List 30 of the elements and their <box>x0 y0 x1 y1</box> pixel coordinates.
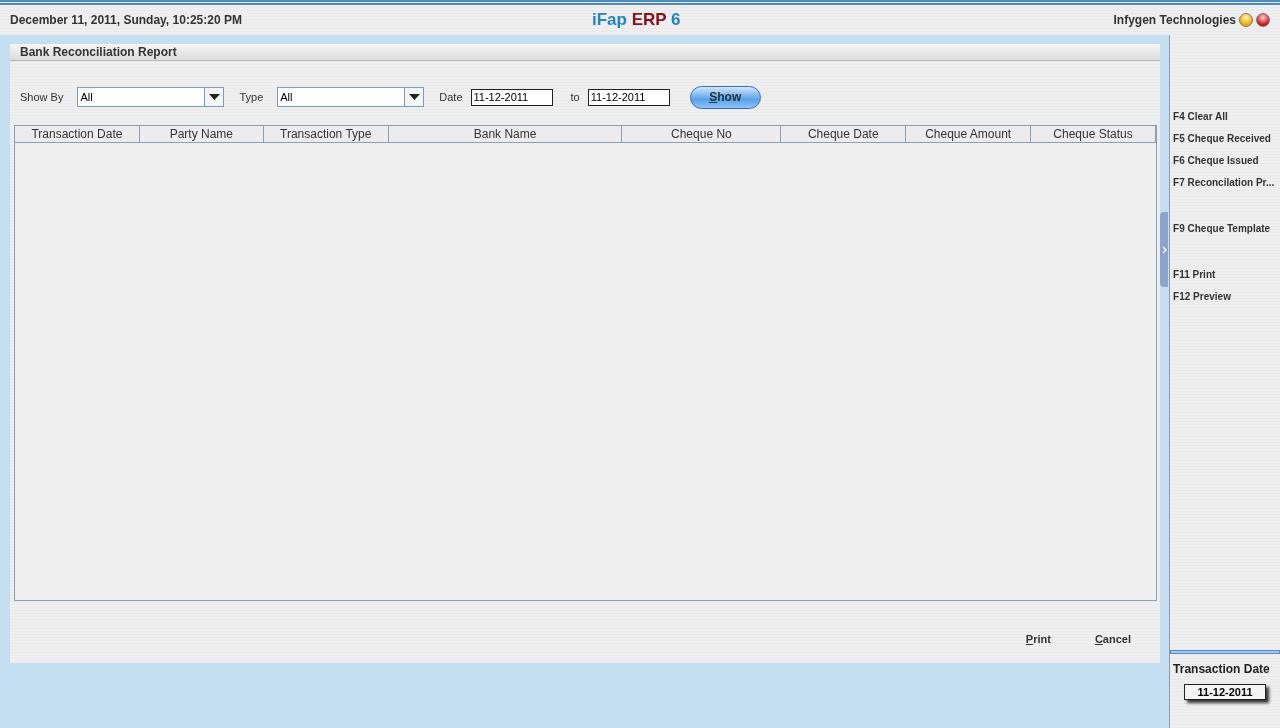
shortcut-item[interactable]: F6 Cheque Issued <box>1173 155 1280 167</box>
panel-title: Bank Reconciliation Report <box>10 44 1160 61</box>
info-label: Transaction Date <box>1172 662 1270 676</box>
filter-label: Type <box>239 91 264 103</box>
shortcut-item[interactable]: F12 Preview <box>1173 291 1280 303</box>
show-by-dropdown[interactable]: All <box>77 87 225 107</box>
shortcut-item[interactable]: F11 Print <box>1173 269 1280 281</box>
info-value: 11-12-2011 <box>1184 684 1267 700</box>
minimize-button[interactable] <box>1239 13 1253 27</box>
close-button[interactable] <box>1256 13 1270 27</box>
action-button[interactable]: Cancel <box>1094 631 1131 647</box>
date-from-field[interactable]: 11-12-2011 <box>470 88 553 106</box>
chevron-right-icon <box>1161 245 1167 254</box>
show-button[interactable]: Show <box>689 85 761 109</box>
action-button[interactable]: Print <box>1025 631 1051 647</box>
shortcut-item[interactable]: F4 Clear All <box>1173 111 1280 123</box>
date-to-field[interactable]: 11-12-2011 <box>587 88 670 106</box>
type-dropdown[interactable]: All <box>277 87 425 107</box>
collapse-handle[interactable] <box>1160 212 1168 287</box>
company-name: Infygen Technologies <box>1113 13 1236 27</box>
caret-icon <box>408 94 420 100</box>
app-title: iFap ERP 6 <box>592 10 681 30</box>
shortcut-item[interactable]: F7 Reconcilation Pr... <box>1173 177 1280 189</box>
shortcut-item[interactable]: F5 Cheque Received <box>1173 133 1280 145</box>
filter-label: Date <box>439 91 463 103</box>
date-time: December 11, 2011, Sunday, 10:25:20 PM <box>10 13 242 27</box>
filter-label: Show By <box>20 91 64 103</box>
filter-label: to <box>570 91 580 103</box>
shortcut-item[interactable]: F9 Cheque Template <box>1173 223 1280 235</box>
caret-icon <box>208 94 220 100</box>
